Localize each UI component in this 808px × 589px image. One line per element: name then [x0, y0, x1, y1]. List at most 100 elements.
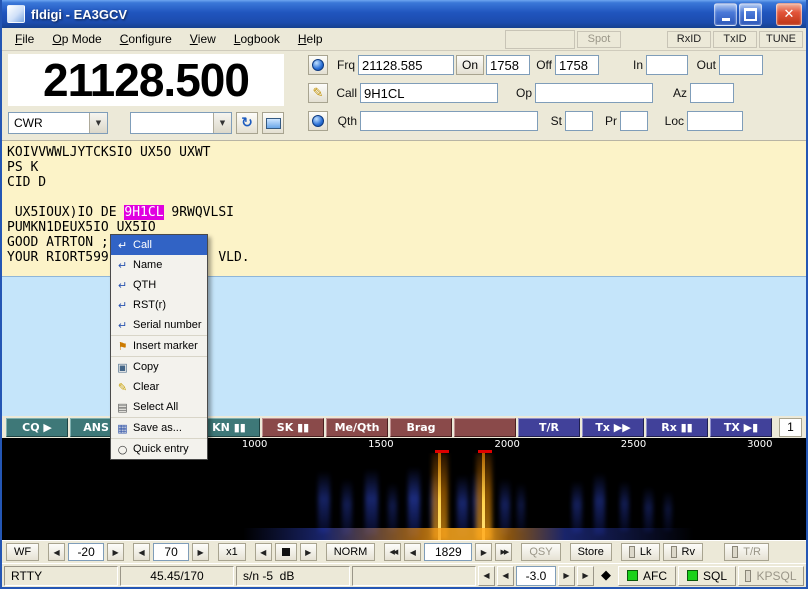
wf-mode-button[interactable]: WF: [6, 543, 39, 561]
context-menu-item-serial-number[interactable]: ↵Serial number: [111, 315, 207, 336]
call-input[interactable]: [360, 83, 498, 103]
macro-button-tx[interactable]: TX ▶▮: [710, 418, 772, 437]
carrier-fast-down-button[interactable]: ◀◀: [384, 543, 401, 561]
context-menu-item-select-all[interactable]: ▤Select All: [111, 397, 207, 418]
shift-baud-status[interactable]: 45.45/170: [120, 566, 234, 586]
context-menu-item-save-as[interactable]: ▦Save as...: [111, 418, 207, 439]
map-lookup-button[interactable]: [308, 111, 328, 131]
scope-button[interactable]: [262, 112, 284, 134]
carrier-up-button[interactable]: ▶: [475, 543, 492, 561]
fldigi-window: fldigi - EA3GCV ✕ FileOp ModeConfigureVi…: [0, 0, 808, 589]
maximize-button[interactable]: [739, 3, 762, 26]
sql-toggle[interactable]: SQL: [678, 566, 736, 586]
tx-level-up-button[interactable]: ▶: [558, 566, 575, 586]
display-mode-button[interactable]: NORM: [326, 543, 376, 561]
clear-log-button[interactable]: ✎: [308, 83, 328, 103]
tx-level-fast-down-button[interactable]: ◀: [478, 566, 495, 586]
status-spacer: [352, 566, 476, 586]
menu-toggle-tune[interactable]: TUNE: [759, 31, 803, 48]
exchange-in-input[interactable]: [646, 55, 688, 75]
waterfall-controls: WF ◀ -20 ▶ ◀ 70 ▶ x1 ◀ ▶ NORM ◀◀ ◀ 1829 …: [2, 540, 806, 563]
st-input[interactable]: [565, 111, 593, 131]
store-button[interactable]: Store: [570, 543, 612, 561]
signal-range-value[interactable]: 70: [153, 543, 189, 561]
op-input[interactable]: [535, 83, 653, 103]
titlebar[interactable]: fldigi - EA3GCV ✕: [2, 0, 806, 28]
refresh-button[interactable]: ↻: [236, 112, 258, 134]
signal-range-decrease-button[interactable]: ◀: [133, 543, 150, 561]
secondary-select[interactable]: ▼: [130, 112, 232, 134]
context-menu-item-name[interactable]: ↵Name: [111, 255, 207, 275]
reverse-button[interactable]: Rv: [663, 543, 703, 561]
macro-button-brag[interactable]: Brag: [390, 418, 452, 437]
context-menu-item-quick-entry[interactable]: ○Quick entry: [111, 439, 207, 459]
macro-button-tx[interactable]: Tx ▶▶: [582, 418, 644, 437]
carrier-fast-up-button[interactable]: ▶▶: [495, 543, 512, 561]
pr-input[interactable]: [620, 111, 648, 131]
time-on-input[interactable]: [486, 55, 530, 75]
log-form-row-qth: Qth St Pr Loc: [308, 108, 802, 134]
tx-level-fast-up-button[interactable]: ▶: [577, 566, 594, 586]
menu-item-op-mode[interactable]: Op Mode: [43, 28, 110, 50]
menu-item-logbook[interactable]: Logbook: [225, 28, 289, 50]
menu-item-help[interactable]: Help: [289, 28, 332, 50]
minimize-button[interactable]: [714, 3, 737, 26]
tr-button[interactable]: T/R: [724, 543, 769, 561]
tx-level-down-button[interactable]: ◀: [497, 566, 514, 586]
context-menu-item-call[interactable]: ↵Call: [111, 235, 207, 255]
menu-item-file[interactable]: File: [6, 28, 43, 50]
context-menu-item-insert-marker[interactable]: ⚑Insert marker: [111, 336, 207, 357]
menu-toggle-spot[interactable]: Spot: [577, 31, 621, 48]
loc-input[interactable]: [687, 111, 743, 131]
chevron-down-icon[interactable]: ▼: [89, 113, 107, 133]
qrz-lookup-button[interactable]: [308, 55, 328, 75]
context-menu-item-clear[interactable]: ✎Clear: [111, 377, 207, 397]
upper-signal-decrease-button[interactable]: ◀: [48, 543, 65, 561]
carrier-down-button[interactable]: ◀: [404, 543, 421, 561]
macro-button-rx[interactable]: Rx ▮▮: [646, 418, 708, 437]
time-on-button[interactable]: On: [456, 55, 484, 75]
macro-button-sk[interactable]: SK ▮▮: [262, 418, 324, 437]
rx-highlighted-callsign[interactable]: 9H1CL: [124, 205, 163, 220]
frq-input[interactable]: [358, 55, 454, 75]
lock-button[interactable]: Lk: [621, 543, 660, 561]
macro-button-slot-8[interactable]: [454, 418, 516, 437]
macro-button-cq[interactable]: CQ ▶: [6, 418, 68, 437]
waterfall-display[interactable]: [2, 453, 806, 540]
macro-button-me-qth[interactable]: Me/Qth: [326, 418, 388, 437]
tx-level-value[interactable]: -3.0: [516, 566, 556, 586]
scroll-center-button[interactable]: [275, 543, 297, 561]
menu-item-view[interactable]: View: [181, 28, 225, 50]
kpsql-toggle[interactable]: KPSQL: [738, 566, 804, 586]
upper-signal-value[interactable]: -20: [68, 543, 104, 561]
context-menu-item-qth[interactable]: ↵QTH: [111, 275, 207, 295]
menu-item-configure[interactable]: Configure: [111, 28, 181, 50]
time-off-input[interactable]: [555, 55, 599, 75]
globe-icon: [312, 115, 324, 127]
scroll-left-button[interactable]: ◀: [255, 543, 272, 561]
mode-select[interactable]: CWR ▼: [8, 112, 108, 134]
context-menu-item-copy[interactable]: ▣Copy: [111, 357, 207, 377]
macro-set-button[interactable]: 1: [779, 418, 802, 437]
qth-input[interactable]: [360, 111, 538, 131]
menu-toggle-txid[interactable]: TxID: [713, 31, 757, 48]
mode-status[interactable]: RTTY: [4, 566, 118, 586]
signal-range-increase-button[interactable]: ▶: [192, 543, 209, 561]
context-menu-item-rst-r[interactable]: ↵RST(r): [111, 295, 207, 315]
upper-signal-increase-button[interactable]: ▶: [107, 543, 124, 561]
menu-toggle-rxid[interactable]: RxID: [667, 31, 711, 48]
exchange-out-input[interactable]: [719, 55, 763, 75]
macro-button-t-r[interactable]: T/R: [518, 418, 580, 437]
chevron-down-icon[interactable]: ▼: [213, 113, 231, 133]
frequency-display[interactable]: 21128.500: [8, 54, 284, 106]
context-menu-item-label: Serial number: [133, 319, 201, 331]
double-left-arrow-icon: ◀◀: [389, 548, 396, 556]
close-button[interactable]: ✕: [776, 3, 802, 26]
carrier-frequency-value[interactable]: 1829: [424, 543, 472, 561]
az-input[interactable]: [690, 83, 734, 103]
zoom-button[interactable]: x1: [218, 543, 246, 561]
context-menu-item-label: Select All: [133, 401, 178, 413]
qsy-button[interactable]: QSY: [521, 543, 560, 561]
afc-toggle[interactable]: AFC: [618, 566, 676, 586]
scroll-right-button[interactable]: ▶: [300, 543, 317, 561]
